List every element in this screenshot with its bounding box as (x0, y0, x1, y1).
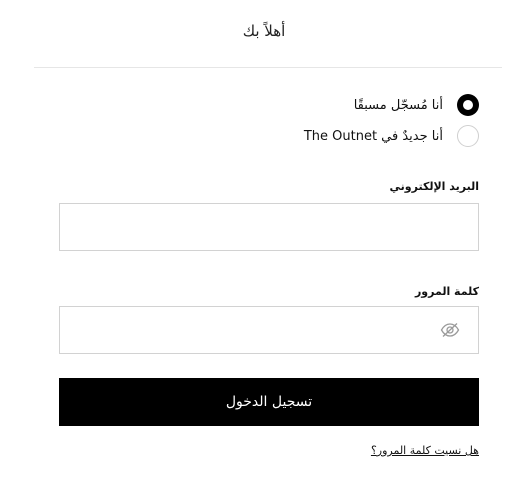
email-label: البريد الإلكتروني (389, 180, 479, 193)
radio-option-new[interactable]: أنا جديدٌ في The Outnet (304, 124, 479, 148)
radio-button-new[interactable] (457, 125, 479, 147)
password-input[interactable] (59, 306, 479, 354)
forgot-password-link[interactable]: هل نسيت كلمة المرور؟ (371, 444, 479, 457)
login-button[interactable]: تسجيل الدخول (59, 378, 479, 426)
radio-option-registered[interactable]: أنا مُسجّل مسبقًا (354, 93, 479, 117)
email-input[interactable] (59, 203, 479, 251)
eye-slash-icon[interactable] (438, 318, 462, 342)
page-title: أهلاً بك (242, 22, 286, 40)
password-label: كلمة المرور (414, 285, 479, 298)
eye-slash-icon-glyph (440, 323, 460, 337)
radio-label-registered: أنا مُسجّل مسبقًا (353, 97, 443, 113)
radio-label-new: أنا جديدٌ في The Outnet (303, 128, 443, 144)
radio-button-registered[interactable] (457, 94, 479, 116)
header-divider (34, 67, 502, 68)
